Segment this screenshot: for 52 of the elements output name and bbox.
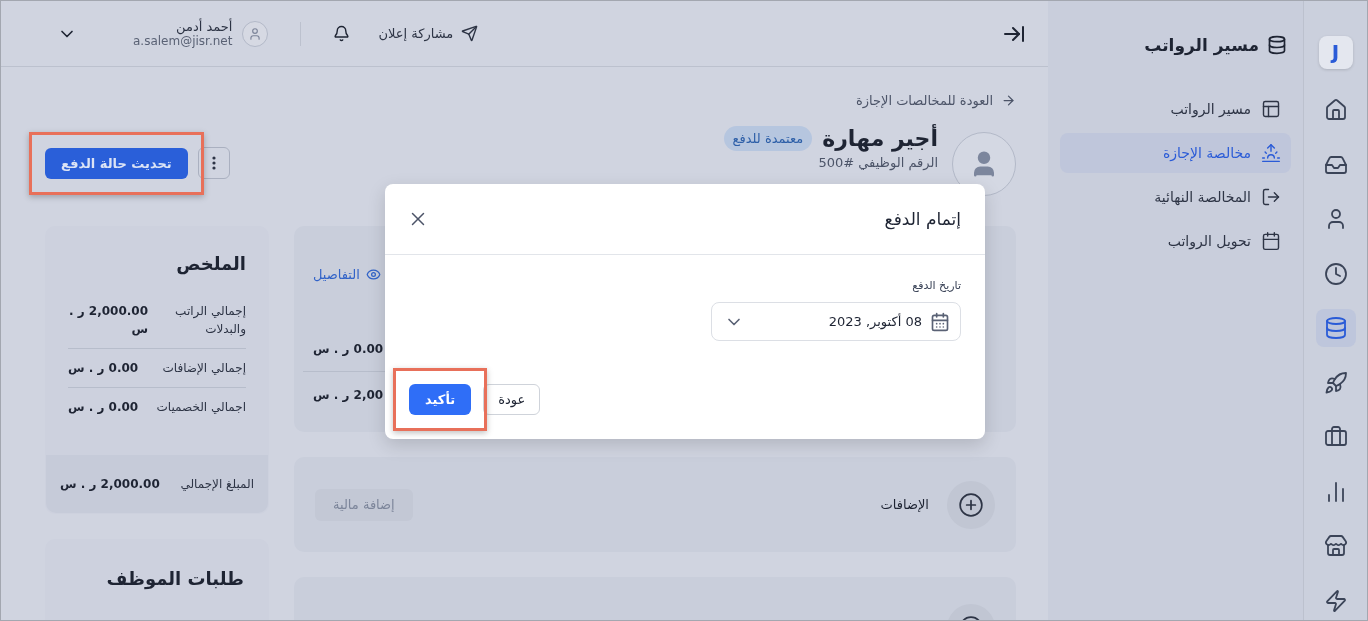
summary-value: 0.00 ر . س [68, 360, 139, 377]
lightning-icon [1323, 588, 1348, 613]
user-name: أحمد أدمن [176, 19, 233, 34]
summary-label: اجمالي الخصميات [155, 399, 246, 416]
amount: 2,00 ر . س [313, 388, 384, 402]
sidebar-item[interactable]: مسير الرواتب [1060, 89, 1291, 129]
date-field[interactable]: 08 أكتوبر, 2023 [711, 302, 961, 341]
user-email: a.salem@jisr.net [133, 34, 233, 48]
summary-value: 0.00 ر . س [68, 399, 139, 416]
logo[interactable]: J [1318, 36, 1353, 69]
summary-label: إجمالي الراتب والبدلات [174, 303, 246, 338]
rocket-icon [1323, 370, 1348, 395]
confirm-button[interactable]: تأكيد [409, 383, 472, 415]
update-payment-button[interactable]: تحديث حالة الدفع [45, 147, 188, 179]
status-badge: معتمدة للدفع [723, 126, 813, 151]
requests-title: طلبات الموظف [106, 568, 244, 589]
details-link[interactable]: التفاصيل [313, 267, 381, 282]
eye-icon [365, 267, 381, 282]
share-link[interactable]: مشاركة إعلان [378, 25, 479, 42]
amount: 0.00 ر . س [313, 341, 384, 356]
store-icon [1323, 534, 1348, 559]
send-icon [461, 25, 479, 42]
field-label: تاريخ الدفع [912, 279, 961, 292]
section-title: الإضافات [879, 497, 929, 512]
exit-icon [1261, 187, 1281, 207]
database-icon [1267, 35, 1287, 55]
summary-value: 2,000.00 ر . س [68, 303, 148, 338]
clock-icon [1323, 261, 1348, 286]
summary-title: الملخص [175, 252, 247, 277]
home-icon [1323, 98, 1348, 122]
dialog-title: إتمام الدفع [884, 209, 961, 229]
sidebar-item[interactable]: مخالصة الإجازة [1060, 133, 1291, 173]
arrow-right-icon [1001, 93, 1016, 108]
summary-value: 2,000.00 ر . س [60, 477, 160, 491]
rail-item[interactable] [1315, 308, 1356, 348]
sidebar-title: مسير الرواتب [1144, 35, 1259, 55]
employee-name: أجير مهارة [822, 126, 938, 151]
summary-label: المبلغ الإجمالي [180, 477, 254, 491]
plus-icon[interactable] [958, 491, 984, 518]
calendar-icon [930, 311, 950, 332]
more-icon [211, 156, 216, 170]
sunrise-icon [1261, 143, 1281, 163]
table-icon [1261, 99, 1281, 119]
bell-icon[interactable] [333, 25, 351, 42]
employee-id: الرقم الوظيفي #500 [817, 155, 938, 170]
database-icon [1323, 316, 1348, 341]
sidebar-item[interactable]: تحويل الرواتب [1060, 221, 1291, 261]
back-link[interactable]: العودة للمخالصات الإجازة [294, 93, 1016, 108]
calendar-icon [1261, 231, 1281, 251]
sidebar-item[interactable]: المخالصة النهائية [1060, 177, 1291, 217]
summary-label: إجمالي الإضافات [161, 360, 246, 377]
person-icon [248, 26, 263, 41]
